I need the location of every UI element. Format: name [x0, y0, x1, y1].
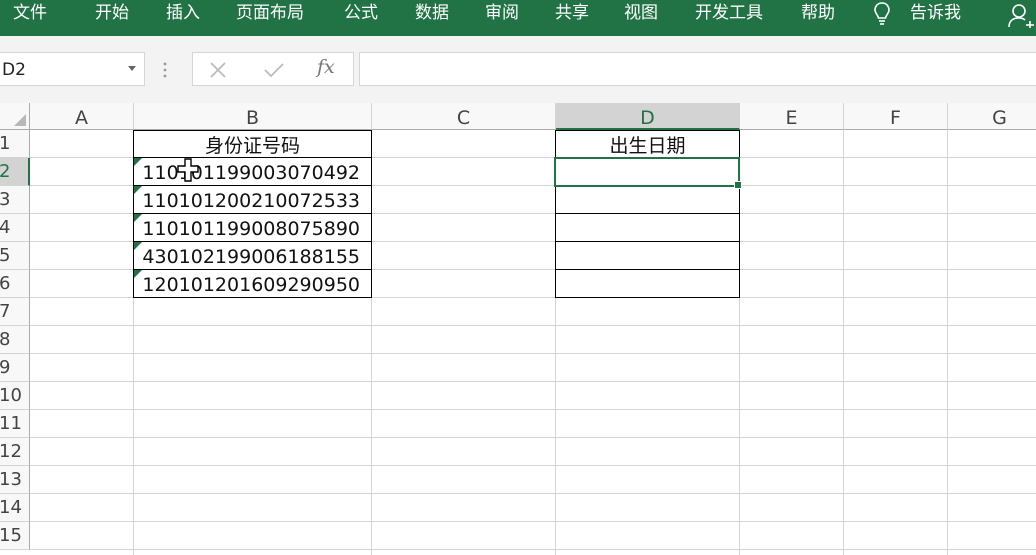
spreadsheet-grid[interactable]: A B C D E F G 1 2 3 4 5 6 7 8 9 10 11 12… — [0, 103, 1036, 555]
tell-me-search[interactable]: 告诉我 — [910, 3, 961, 23]
gridline — [30, 493, 1036, 494]
tab-formulas[interactable]: 公式 — [344, 3, 378, 23]
cell-b2[interactable]: 110101199003070492 — [133, 158, 372, 186]
formula-bar-area: D2 fx — [0, 36, 1036, 103]
gridline — [30, 325, 1036, 326]
cell-b4-value: 110101199008075890 — [142, 218, 360, 240]
row-header-9[interactable]: 9 — [0, 354, 30, 382]
cell-b4[interactable]: 110101199008075890 — [133, 214, 372, 242]
tab-data[interactable]: 数据 — [415, 3, 449, 23]
formula-input[interactable] — [359, 52, 1036, 86]
tab-view[interactable]: 视图 — [624, 3, 658, 23]
name-box-value: D2 — [2, 60, 26, 80]
cell-d4[interactable] — [555, 214, 740, 242]
gridline — [947, 130, 948, 555]
error-indicator-icon — [134, 214, 142, 222]
cancel-icon[interactable] — [209, 61, 227, 79]
row-header-12[interactable]: 12 — [0, 438, 30, 466]
resize-handle-icon[interactable] — [163, 62, 167, 78]
cell-b1[interactable]: 身份证号码 — [133, 130, 372, 158]
row-header-5[interactable]: 5 — [0, 242, 30, 270]
select-all-icon — [14, 114, 26, 126]
column-header-f[interactable]: F — [844, 103, 948, 130]
column-header-d[interactable]: D — [556, 103, 740, 130]
row-header-6[interactable]: 6 — [0, 270, 30, 298]
lightbulb-icon[interactable] — [872, 1, 892, 25]
row-header-15[interactable]: 15 — [0, 522, 30, 550]
error-indicator-icon — [134, 270, 142, 278]
name-box[interactable]: D2 — [0, 52, 145, 86]
row-header-13[interactable]: 13 — [0, 466, 30, 494]
column-header-e[interactable]: E — [740, 103, 844, 130]
cell-d1[interactable]: 出生日期 — [555, 130, 740, 158]
gridline — [30, 437, 1036, 438]
cell-cursor-icon — [177, 158, 199, 182]
tab-review[interactable]: 审阅 — [485, 3, 519, 23]
column-header-b[interactable]: B — [134, 103, 372, 130]
row-header-1[interactable]: 1 — [0, 130, 30, 158]
column-header-g[interactable]: G — [948, 103, 1036, 130]
gridline — [30, 521, 1036, 522]
cell-d5[interactable] — [555, 242, 740, 270]
select-all-button[interactable] — [0, 103, 30, 130]
insert-function-button[interactable]: fx — [317, 56, 335, 78]
row-header-7[interactable]: 7 — [0, 298, 30, 326]
cell-b6[interactable]: 120101201609290950 — [133, 270, 372, 298]
column-header-a[interactable]: A — [30, 103, 134, 130]
error-indicator-icon — [134, 242, 142, 250]
gridline — [843, 130, 844, 555]
gridline — [30, 353, 1036, 354]
gridline — [30, 409, 1036, 410]
cell-b2-value: 110101199003070492 — [142, 162, 360, 184]
tab-share[interactable]: 共享 — [555, 3, 589, 23]
row-header-4[interactable]: 4 — [0, 214, 30, 242]
tab-file[interactable]: 文件 — [13, 3, 47, 23]
tab-help[interactable]: 帮助 — [801, 3, 835, 23]
active-cell-selection[interactable] — [554, 157, 742, 189]
cell-b3[interactable]: 110101200210072533 — [133, 186, 372, 214]
error-indicator-icon — [134, 186, 142, 194]
row-header-11[interactable]: 11 — [0, 410, 30, 438]
row-header-8[interactable]: 8 — [0, 326, 30, 354]
fill-handle[interactable] — [734, 181, 742, 189]
row-header-14[interactable]: 14 — [0, 494, 30, 522]
row-header-3[interactable]: 3 — [0, 186, 30, 214]
tab-developer[interactable]: 开发工具 — [695, 3, 763, 23]
tab-page-layout[interactable]: 页面布局 — [236, 3, 304, 23]
gridline — [30, 465, 1036, 466]
cell-d6[interactable] — [555, 270, 740, 298]
gridline — [30, 381, 1036, 382]
user-account-icon[interactable] — [1006, 2, 1036, 28]
cell-b5[interactable]: 430102199006188155 — [133, 242, 372, 270]
row-header-10[interactable]: 10 — [0, 382, 30, 410]
chevron-down-icon[interactable] — [128, 66, 136, 71]
tab-insert[interactable]: 插入 — [166, 3, 200, 23]
cell-d3[interactable] — [555, 186, 740, 214]
tab-home[interactable]: 开始 — [95, 3, 129, 23]
column-header-c[interactable]: C — [372, 103, 556, 130]
ribbon-tab-bar: 文件 开始 插入 页面布局 公式 数据 审阅 共享 视图 开发工具 帮助 告诉我 — [0, 0, 1036, 36]
cell-b5-value: 430102199006188155 — [142, 246, 360, 268]
cell-b6-value: 120101201609290950 — [142, 274, 360, 296]
gridline — [30, 549, 1036, 550]
cell-b3-value: 110101200210072533 — [142, 190, 360, 212]
error-indicator-icon — [134, 158, 142, 166]
formula-buttons: fx — [192, 52, 354, 86]
row-header-2[interactable]: 2 — [0, 158, 30, 186]
check-icon[interactable] — [263, 61, 285, 79]
